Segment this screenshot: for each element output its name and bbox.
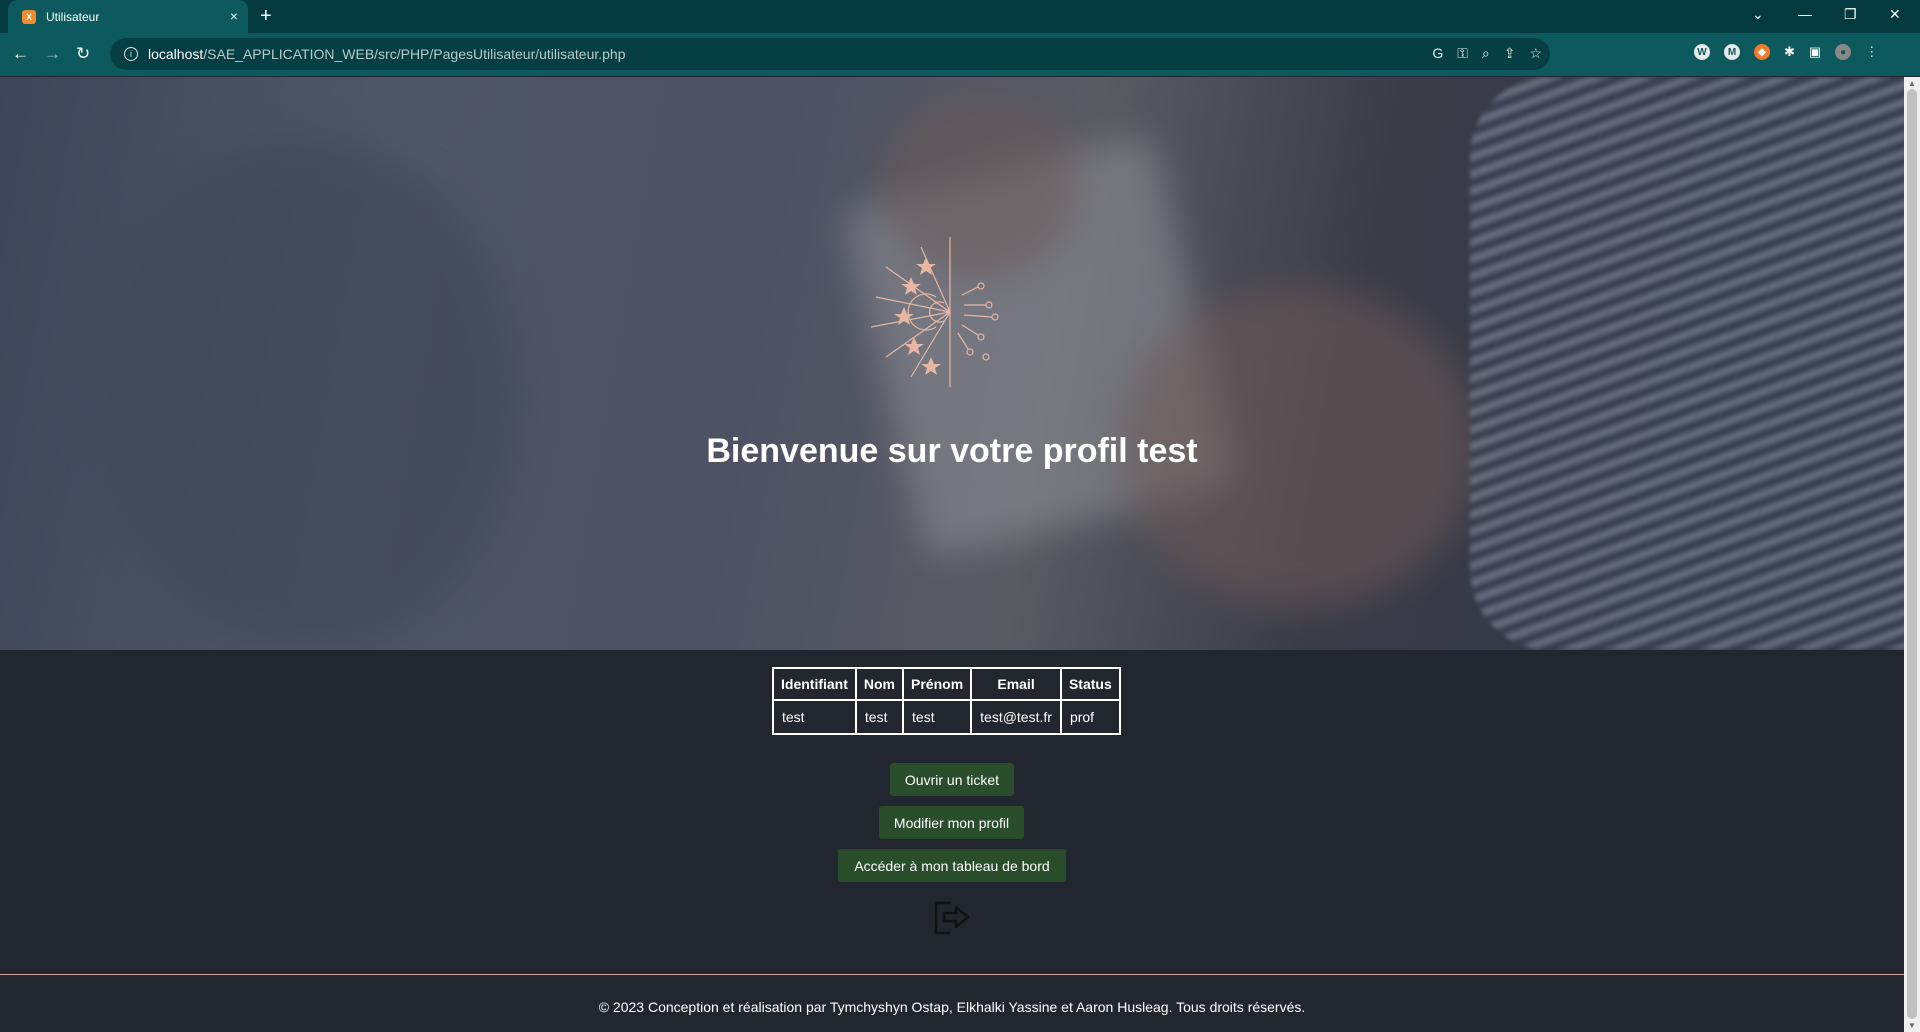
url-host: localhost [148,46,204,62]
column-header: Nom [854,667,905,701]
open-ticket-button[interactable]: Ouvrir un ticket [890,763,1014,796]
star-icon[interactable]: ☆ [1529,45,1542,62]
table-cell: test [772,699,857,735]
table-row: test test test test@test.fr prof [772,699,1121,735]
dashboard-button[interactable]: Accéder à mon tableau de bord [838,849,1066,882]
new-tab-button[interactable]: + [260,4,272,28]
user-info-table: Identifiant Nom Prénom Email Status test… [772,667,1121,735]
scroll-up-icon[interactable]: ▲ [1908,79,1916,88]
footer-divider [0,974,1904,975]
table-cell: test@test.fr [970,699,1062,735]
column-header: Prénom [902,667,973,701]
tab-title: Utilisateur [46,9,100,24]
extension-orange-icon[interactable]: ◆ [1754,44,1770,60]
page: Bienvenue sur votre profil test Identifi… [0,77,1904,1032]
address-bar[interactable]: i localhost/SAE_APPLICATION_WEB/src/PHP/… [110,38,1550,70]
table-cell: test [902,699,973,735]
hero-banner: Bienvenue sur votre profil test [0,77,1904,650]
google-icon[interactable]: G [1432,45,1443,62]
puzzle-icon[interactable]: ✱ [1784,44,1795,60]
browser-tab-bar: X Utilisateur × + ⌄ — ❐ ✕ [0,0,1920,33]
page-title: Bienvenue sur votre profil test [706,432,1198,470]
sidepanel-icon[interactable]: ▣ [1809,44,1821,60]
table-cell: prof [1059,699,1121,735]
share-icon[interactable]: ⇪ [1504,45,1516,62]
restore-icon[interactable]: ❐ [1844,4,1857,24]
logout-icon[interactable] [932,897,972,937]
user-info-table-wrapper: Identifiant Nom Prénom Email Status test… [772,667,1121,735]
profile-avatar[interactable]: ● [1835,44,1852,60]
reload-icon[interactable]: ↻ [76,43,90,65]
column-header: Identifiant [772,667,857,701]
site-info-icon[interactable]: i [124,47,138,61]
key-icon[interactable]: ⚿ [1457,45,1468,62]
extension-w-icon[interactable]: W [1694,44,1710,60]
logo-icon [870,237,999,387]
column-header: Status [1059,667,1121,701]
zoom-icon[interactable]: ⌕ [1482,45,1490,62]
footer-text: © 2023 Conception et réalisation par Tym… [598,999,1306,1015]
scroll-down-icon[interactable]: ▼ [1908,1021,1916,1030]
table-cell: test [854,699,905,735]
edit-profile-button[interactable]: Modifier mon profil [879,806,1024,839]
browser-toolbar: ← → ↻ i localhost/SAE_APPLICATION_WEB/sr… [0,33,1920,76]
forward-icon[interactable]: → [44,43,61,65]
url-path: /SAE_APPLICATION_WEB/src/PHP/PagesUtilis… [203,46,626,62]
browser-tab[interactable]: X Utilisateur × [8,0,248,33]
table-header-row: Identifiant Nom Prénom Email Status [772,667,1121,701]
close-window-icon[interactable]: ✕ [1889,4,1901,24]
minimize-icon[interactable]: — [1798,4,1812,24]
scrollbar-thumb[interactable] [1907,89,1917,1019]
extension-m-icon[interactable]: M [1724,44,1740,60]
background-blur [100,137,520,650]
close-tab-icon[interactable]: × [230,8,238,24]
xampp-favicon-icon: X [22,9,36,24]
extensions-area: W M ◆ ✱ ▣ ● ⋮ [1694,44,1878,60]
tab-search-icon[interactable]: ⌄ [1752,4,1764,24]
striped-shirt [1470,77,1904,650]
scrollbar[interactable]: ▲ ▼ [1904,77,1920,1032]
column-header: Email [970,667,1062,701]
back-icon[interactable]: ← [12,43,29,65]
menu-icon[interactable]: ⋮ [1865,44,1878,60]
